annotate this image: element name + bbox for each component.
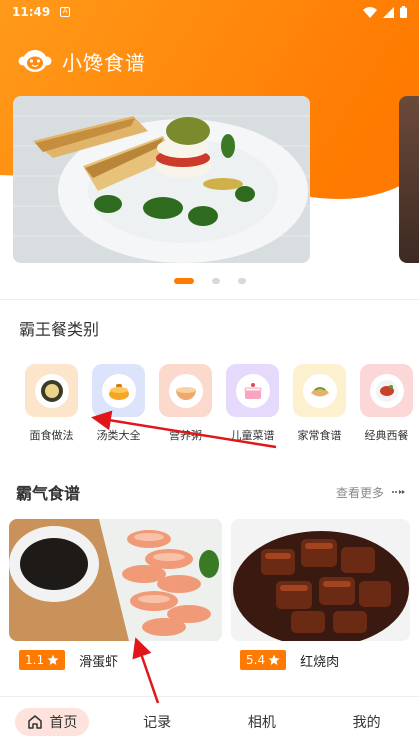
categories-section-title: 霸王餐类别 bbox=[19, 320, 100, 339]
category-homestyle[interactable]: 家常食谱 bbox=[293, 364, 346, 443]
recipe-image bbox=[231, 519, 410, 641]
tab-label: 我的 bbox=[352, 714, 381, 731]
category-list: 面食做法 汤类大全 营养粥 儿童菜谱 家常食谱 经典西餐 bbox=[25, 364, 413, 443]
rating-badge: 5.4 bbox=[240, 650, 287, 670]
arrow-right-icon bbox=[392, 490, 405, 494]
wifi-icon bbox=[363, 6, 377, 18]
recipes-section-header: 霸气食谱 查看更多 bbox=[16, 480, 406, 504]
category-tile bbox=[92, 364, 145, 417]
recipe-name[interactable]: 红烧肉 bbox=[300, 651, 339, 670]
tab-label: 相机 bbox=[247, 714, 276, 731]
noodle-bowl-icon bbox=[34, 373, 69, 408]
tab-home-pill: 首页 bbox=[15, 707, 90, 736]
monkey-logo-icon bbox=[18, 50, 52, 72]
carousel-dot-2[interactable] bbox=[211, 278, 220, 284]
tab-records[interactable]: 记录 bbox=[105, 712, 210, 732]
recipe-info-shrimp: 1.1 滑蛋虾 bbox=[19, 650, 118, 670]
category-noodles[interactable]: 面食做法 bbox=[25, 364, 78, 443]
category-western[interactable]: 经典西餐 bbox=[360, 364, 413, 443]
annotation-arrow-recipe bbox=[132, 637, 160, 704]
status-bar: 11:49 A bbox=[0, 0, 419, 24]
recipe-name[interactable]: 滑蛋虾 bbox=[79, 651, 118, 670]
tab-label: 首页 bbox=[49, 714, 78, 731]
recipe-card-pork[interactable] bbox=[231, 519, 410, 641]
category-label: 儿童菜谱 bbox=[230, 429, 275, 442]
star-icon bbox=[268, 654, 280, 665]
tab-label: 记录 bbox=[143, 714, 172, 731]
tab-profile[interactable]: 我的 bbox=[314, 712, 419, 732]
category-porridge[interactable]: 营养粥 bbox=[159, 364, 212, 443]
tab-home[interactable]: 首页 bbox=[0, 707, 105, 736]
recipe-image bbox=[9, 519, 222, 641]
home-icon bbox=[28, 714, 43, 729]
category-tile bbox=[159, 364, 212, 417]
soup-pot-icon bbox=[101, 373, 136, 408]
category-label: 汤类大全 bbox=[96, 429, 141, 442]
app-header: 小馋食谱 bbox=[18, 44, 146, 78]
category-label: 面食做法 bbox=[29, 429, 74, 442]
category-tile bbox=[293, 364, 346, 417]
porridge-bowl-icon bbox=[168, 373, 203, 408]
status-time: 11:49 bbox=[12, 5, 51, 19]
category-tile bbox=[25, 364, 78, 417]
signal-icon bbox=[383, 6, 394, 18]
steak-plate-icon bbox=[369, 373, 404, 408]
category-label: 家常食谱 bbox=[297, 429, 342, 442]
rating-value: 1.1 bbox=[25, 653, 45, 667]
category-kids[interactable]: 儿童菜谱 bbox=[226, 364, 279, 443]
category-soups[interactable]: 汤类大全 bbox=[92, 364, 145, 443]
recipe-card-shrimp[interactable] bbox=[9, 519, 222, 641]
category-tile bbox=[226, 364, 279, 417]
app-title: 小馋食谱 bbox=[62, 50, 146, 75]
banner-next-peek[interactable] bbox=[399, 96, 419, 263]
view-more-label: 查看更多 bbox=[335, 485, 384, 500]
rating-value: 5.4 bbox=[246, 653, 266, 667]
recipes-section-title: 霸气食谱 bbox=[16, 484, 81, 503]
cake-icon bbox=[235, 373, 270, 408]
view-more-link[interactable]: 查看更多 bbox=[336, 484, 406, 501]
rating-badge: 1.1 bbox=[19, 650, 66, 670]
category-label: 营养粥 bbox=[169, 429, 202, 442]
carousel-indicator bbox=[0, 278, 419, 284]
notification-icon: A bbox=[60, 7, 71, 17]
divider bbox=[0, 299, 419, 300]
star-icon bbox=[47, 654, 59, 665]
tab-camera[interactable]: 相机 bbox=[210, 712, 315, 732]
carousel-dot-3[interactable] bbox=[237, 278, 246, 284]
category-tile bbox=[360, 364, 413, 417]
carousel-dot-1[interactable] bbox=[173, 278, 194, 284]
recipe-info-pork: 5.4 红烧肉 bbox=[240, 650, 339, 670]
banner-image bbox=[13, 96, 310, 263]
bottom-tab-bar: 首页 记录 相机 我的 bbox=[0, 696, 419, 746]
battery-icon bbox=[400, 6, 407, 18]
banner-carousel[interactable] bbox=[13, 96, 310, 263]
category-label: 经典西餐 bbox=[364, 429, 409, 442]
dumpling-icon bbox=[302, 373, 337, 408]
